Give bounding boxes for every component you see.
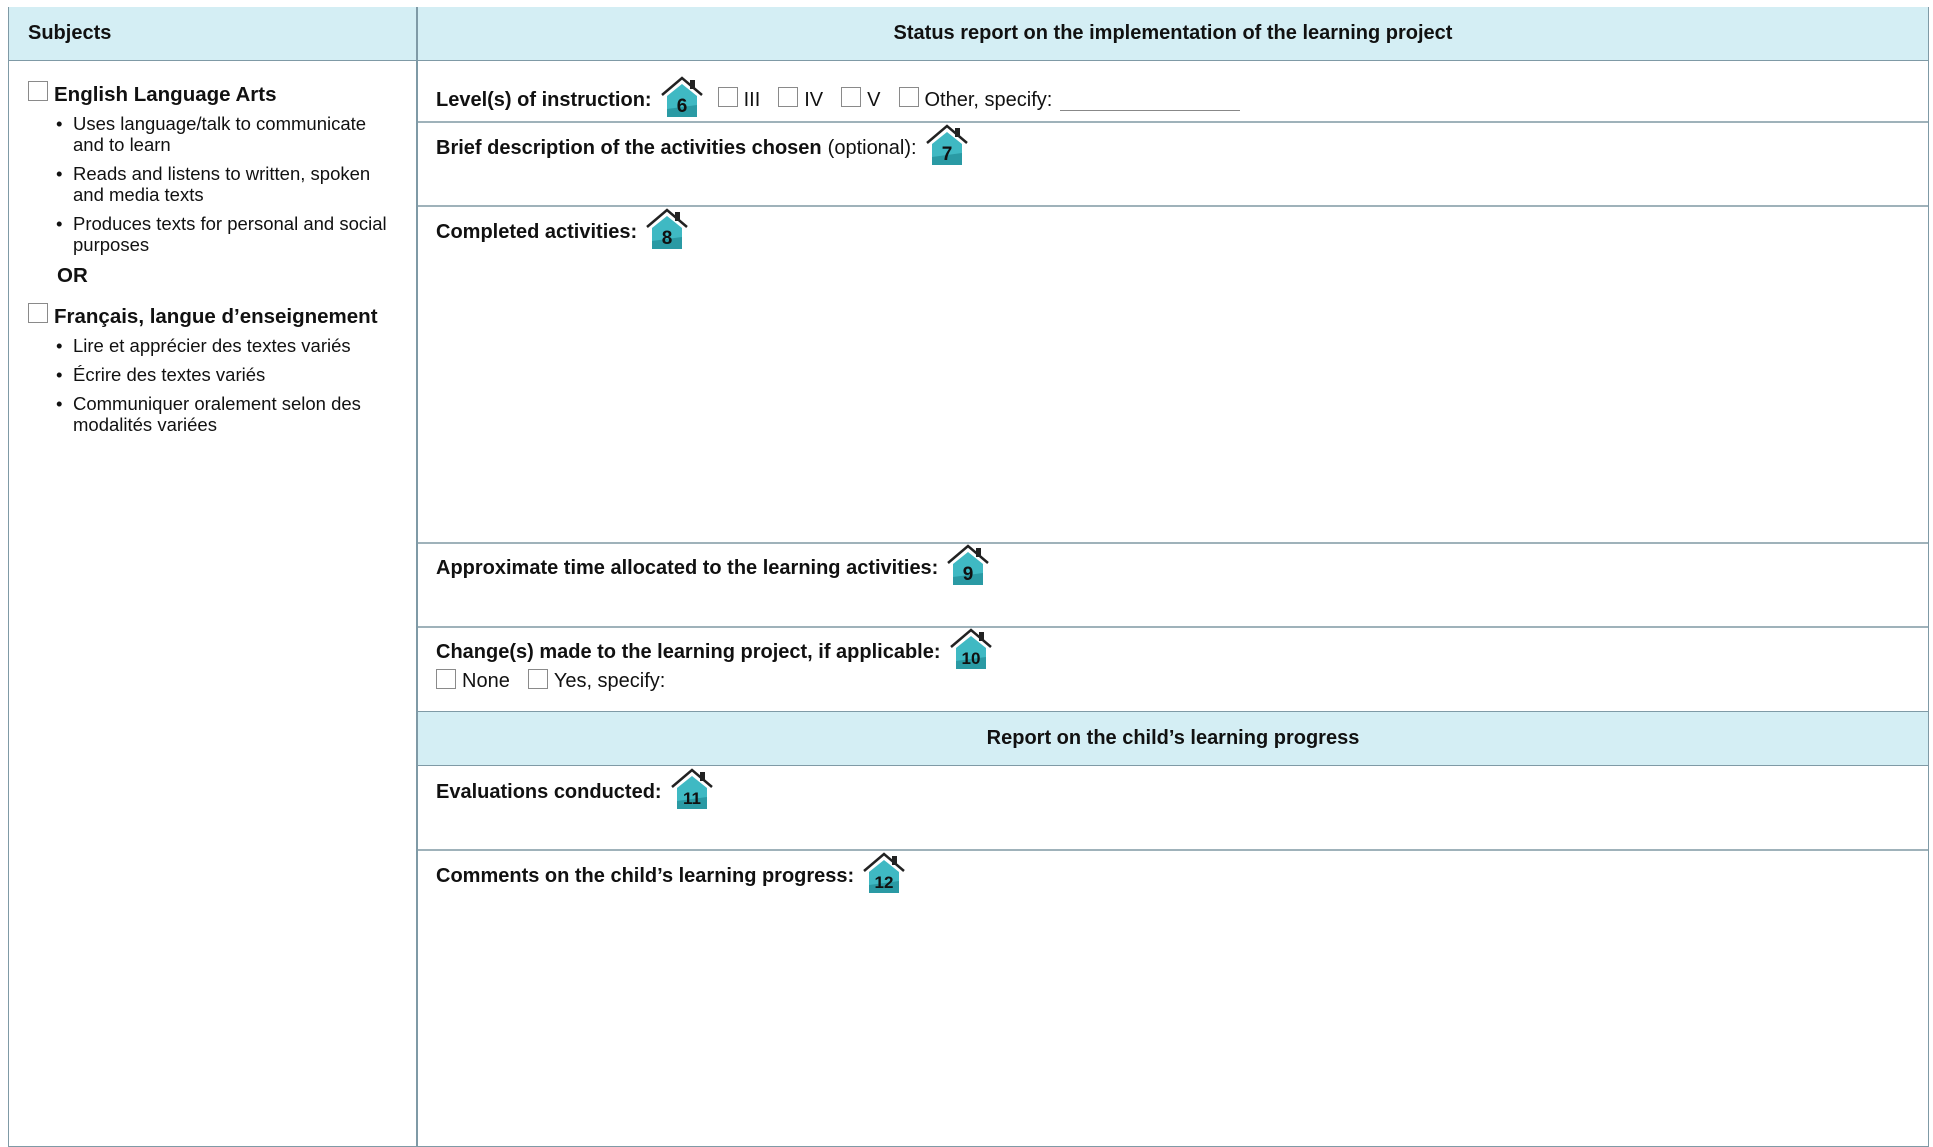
changes-options: None Yes, specify: xyxy=(436,668,666,693)
list-item-text: Lire et apprécier des textes variés xyxy=(73,335,351,356)
list-item-text: Produces texts for personal and social p… xyxy=(73,213,387,255)
level-other-label: Other, specify: xyxy=(924,88,1053,111)
completed-section: Completed activities: 8 xyxy=(436,207,689,254)
none-label: None xyxy=(462,670,510,692)
list-item-text: Reads and listens to written, spoken and… xyxy=(73,163,371,205)
badge-number: 10 xyxy=(961,649,980,668)
status-report-header-label: Status report on the implementation of t… xyxy=(893,22,1453,44)
description-optional: (optional): xyxy=(827,136,917,159)
level-iv-label: IV xyxy=(804,88,824,111)
or-label: OR xyxy=(57,264,88,287)
learning-progress-header-label: Report on the child’s learning progress xyxy=(986,727,1360,749)
divider xyxy=(418,121,1928,123)
list-item: • Lire et apprécier des textes variés xyxy=(56,335,351,356)
list-item: • Communiquer oralement selon des modalit… xyxy=(56,393,361,435)
evaluations-section: Evaluations conducted: 11 xyxy=(436,767,714,814)
list-item-text: Communiquer oralement selon des modalité… xyxy=(73,393,361,435)
comments-label: Comments on the child’s learning progres… xyxy=(436,864,855,887)
badge-number: 12 xyxy=(875,873,894,892)
checkbox-yes[interactable] xyxy=(527,668,548,689)
english-items-list: • Uses language/talk to communicate and t… xyxy=(56,113,396,263)
level-options: III IV V Other, specify: xyxy=(717,87,1241,112)
checkbox-level-iv[interactable] xyxy=(778,87,799,107)
subject-english[interactable]: English Language Arts xyxy=(28,81,277,107)
levels-label: Level(s) of instruction: xyxy=(436,88,652,111)
divider xyxy=(418,542,1928,544)
house-icon: 9 xyxy=(946,543,990,587)
house-icon: 7 xyxy=(925,123,969,167)
level-iii-label: III xyxy=(743,88,761,111)
badge-number: 8 xyxy=(662,228,673,249)
changes-section: Change(s) made to the learning project, … xyxy=(436,627,993,674)
column-divider xyxy=(416,7,418,1147)
list-item: • Reads and listens to written, spoken an… xyxy=(56,163,371,205)
badge-number: 11 xyxy=(683,789,701,808)
subject-francais[interactable]: Français, langue d’enseignement xyxy=(28,303,378,329)
checkbox-francais[interactable] xyxy=(28,303,48,323)
level-v-label: V xyxy=(867,88,881,111)
badge-number: 9 xyxy=(963,564,974,585)
house-icon: 6 xyxy=(660,75,704,119)
house-icon: 8 xyxy=(645,207,689,251)
time-label: Approximate time allocated to the learni… xyxy=(436,556,939,579)
other-specify-field[interactable] xyxy=(1060,90,1241,111)
checkbox-none[interactable] xyxy=(436,668,456,689)
changes-label: Change(s) made to the learning project, … xyxy=(436,640,941,663)
yes-label: Yes, specify: xyxy=(553,670,666,692)
list-item-text: Uses language/talk to communicate and to… xyxy=(73,113,367,155)
completed-label: Completed activities: xyxy=(436,220,638,243)
divider xyxy=(418,849,1928,851)
subject-english-label: English Language Arts xyxy=(54,83,277,106)
checkbox-english[interactable] xyxy=(28,81,48,101)
list-item: • Uses language/talk to communicate and t… xyxy=(56,113,367,155)
levels-section: Level(s) of instruction: 6 III IV V Othe… xyxy=(436,75,1241,122)
evaluations-label: Evaluations conducted: xyxy=(436,780,662,803)
badge-number: 7 xyxy=(941,144,952,165)
checkbox-level-v[interactable] xyxy=(841,87,862,107)
status-report-header: Status report on the implementation of t… xyxy=(418,7,1928,61)
house-icon: 10 xyxy=(949,627,993,671)
subject-francais-label: Français, langue d’enseignement xyxy=(54,305,378,328)
checkbox-level-other[interactable] xyxy=(898,87,919,107)
subjects-header-label: Subjects xyxy=(28,22,112,44)
subjects-header: Subjects xyxy=(9,7,416,61)
time-section: Approximate time allocated to the learni… xyxy=(436,543,990,590)
badge-number: 6 xyxy=(676,96,687,117)
description-section: Brief description of the activities chos… xyxy=(436,123,969,170)
house-icon: 11 xyxy=(670,767,714,811)
comments-section: Comments on the child’s learning progres… xyxy=(436,851,906,898)
list-item: • Écrire des textes variés xyxy=(56,364,266,385)
checkbox-level-iii[interactable] xyxy=(717,87,738,107)
list-item-text: Écrire des textes variés xyxy=(73,364,266,385)
divider xyxy=(418,626,1928,628)
list-item: • Produces texts for personal and social … xyxy=(56,213,387,255)
francais-items-list: • Lire et apprécier des textes variés • Éc… xyxy=(56,335,396,443)
description-label: Brief description of the activities chos… xyxy=(436,136,822,159)
learning-progress-header: Report on the child’s learning progress xyxy=(418,711,1928,766)
house-icon: 12 xyxy=(862,851,906,895)
